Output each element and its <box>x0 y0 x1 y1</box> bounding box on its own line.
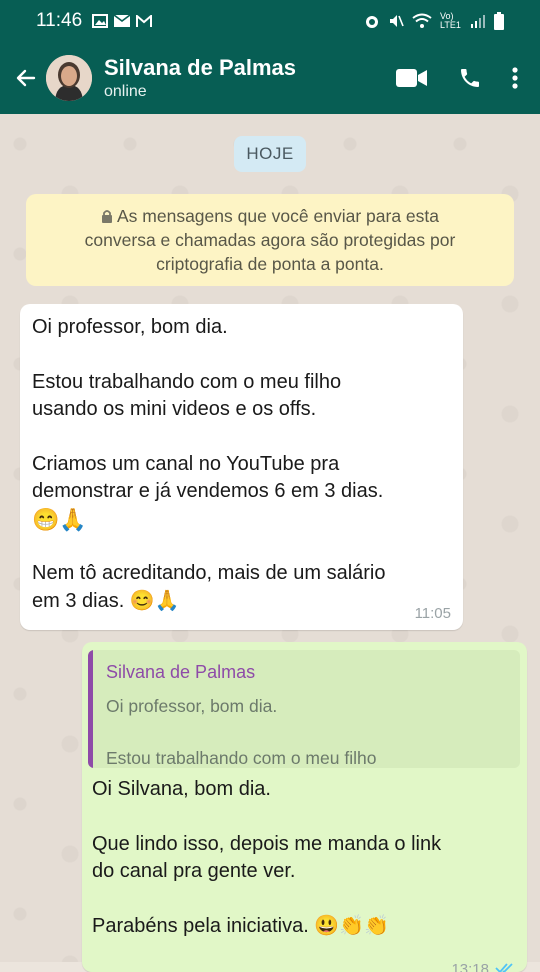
mute-icon <box>390 15 404 27</box>
status-bar: 11:46 Vo) LTE1 <box>0 0 540 42</box>
status-time: 11:46 <box>36 10 83 31</box>
message-text: demonstrar e já vendemos 6 em 3 dias. <box>32 480 384 502</box>
lock-icon <box>102 210 112 223</box>
signal-icon <box>471 15 485 28</box>
encryption-line-1: As mensagens que você enviar para esta <box>117 206 439 226</box>
message-text: Que lindo isso, depois me manda o link <box>92 832 442 855</box>
outgoing-message[interactable]: Silvana de Palmas Oi professor, bom dia.… <box>82 642 527 972</box>
message-text: Criamos um canal no YouTube pra <box>32 452 340 475</box>
contact-name: Silvana de Palmas <box>104 55 296 80</box>
video-call-icon[interactable] <box>396 68 428 88</box>
more-options-icon[interactable] <box>512 66 518 90</box>
contact-status: online <box>104 83 147 100</box>
encryption-line-3: criptografia de ponta a ponta. <box>156 254 384 274</box>
message-time: 13:18 <box>451 961 489 972</box>
message-emoji: 😁🙏 <box>32 506 87 532</box>
message-text: do canal pra gente ver. <box>92 860 296 882</box>
quote-accent-bar <box>88 650 93 768</box>
message-text: Estou trabalhando com o meu filho <box>32 370 342 393</box>
date-chip: HOJE <box>234 136 306 172</box>
gmail-notification-icon <box>136 15 153 27</box>
message-text: em 3 dias. 😊🙏 <box>32 589 180 612</box>
back-button[interactable] <box>8 66 44 90</box>
quote-author: Silvana de Palmas <box>106 662 256 682</box>
message-time: 11:05 <box>414 605 451 622</box>
avatar[interactable] <box>46 55 92 101</box>
chat-header: Silvana de Palmas online <box>0 42 540 114</box>
mail-notification-icon <box>114 15 131 27</box>
conversation-area[interactable]: HOJE As mensagens que você enviar para e… <box>0 114 540 972</box>
arrow-left-icon <box>16 69 36 87</box>
encryption-line-2: conversa e chamadas agora são protegidas… <box>84 230 456 250</box>
message-text: Parabéns pela iniciativa. 😃👏👏 <box>92 914 390 937</box>
contact-info[interactable]: Silvana de Palmas online <box>104 55 396 101</box>
message-text: usando os mini videos e os offs. <box>32 398 317 420</box>
quote-text: Estou trabalhando com o meu filho <box>106 748 377 768</box>
gallery-notification-icon <box>92 14 109 28</box>
contact-photo-icon <box>46 55 92 101</box>
battery-icon <box>494 12 504 30</box>
alarm-icon <box>366 16 378 28</box>
message-text: Oi Silvana, bom dia. <box>92 778 271 800</box>
incoming-message[interactable]: Oi professor, bom dia. Estou trabalhando… <box>20 304 463 630</box>
wifi-icon <box>412 13 432 28</box>
read-ticks-icon <box>495 963 513 972</box>
message-text: Nem tô acreditando, mais de um salário <box>32 562 386 584</box>
network-label: Vo) LTE1 <box>440 11 461 30</box>
quote-text: Oi professor, bom dia. <box>106 696 278 716</box>
encryption-notice[interactable]: As mensagens que você enviar para esta c… <box>26 194 514 286</box>
voice-call-icon[interactable] <box>458 66 482 90</box>
quoted-message[interactable]: Silvana de Palmas Oi professor, bom dia.… <box>88 650 520 768</box>
message-text: Oi professor, bom dia. <box>32 316 228 338</box>
